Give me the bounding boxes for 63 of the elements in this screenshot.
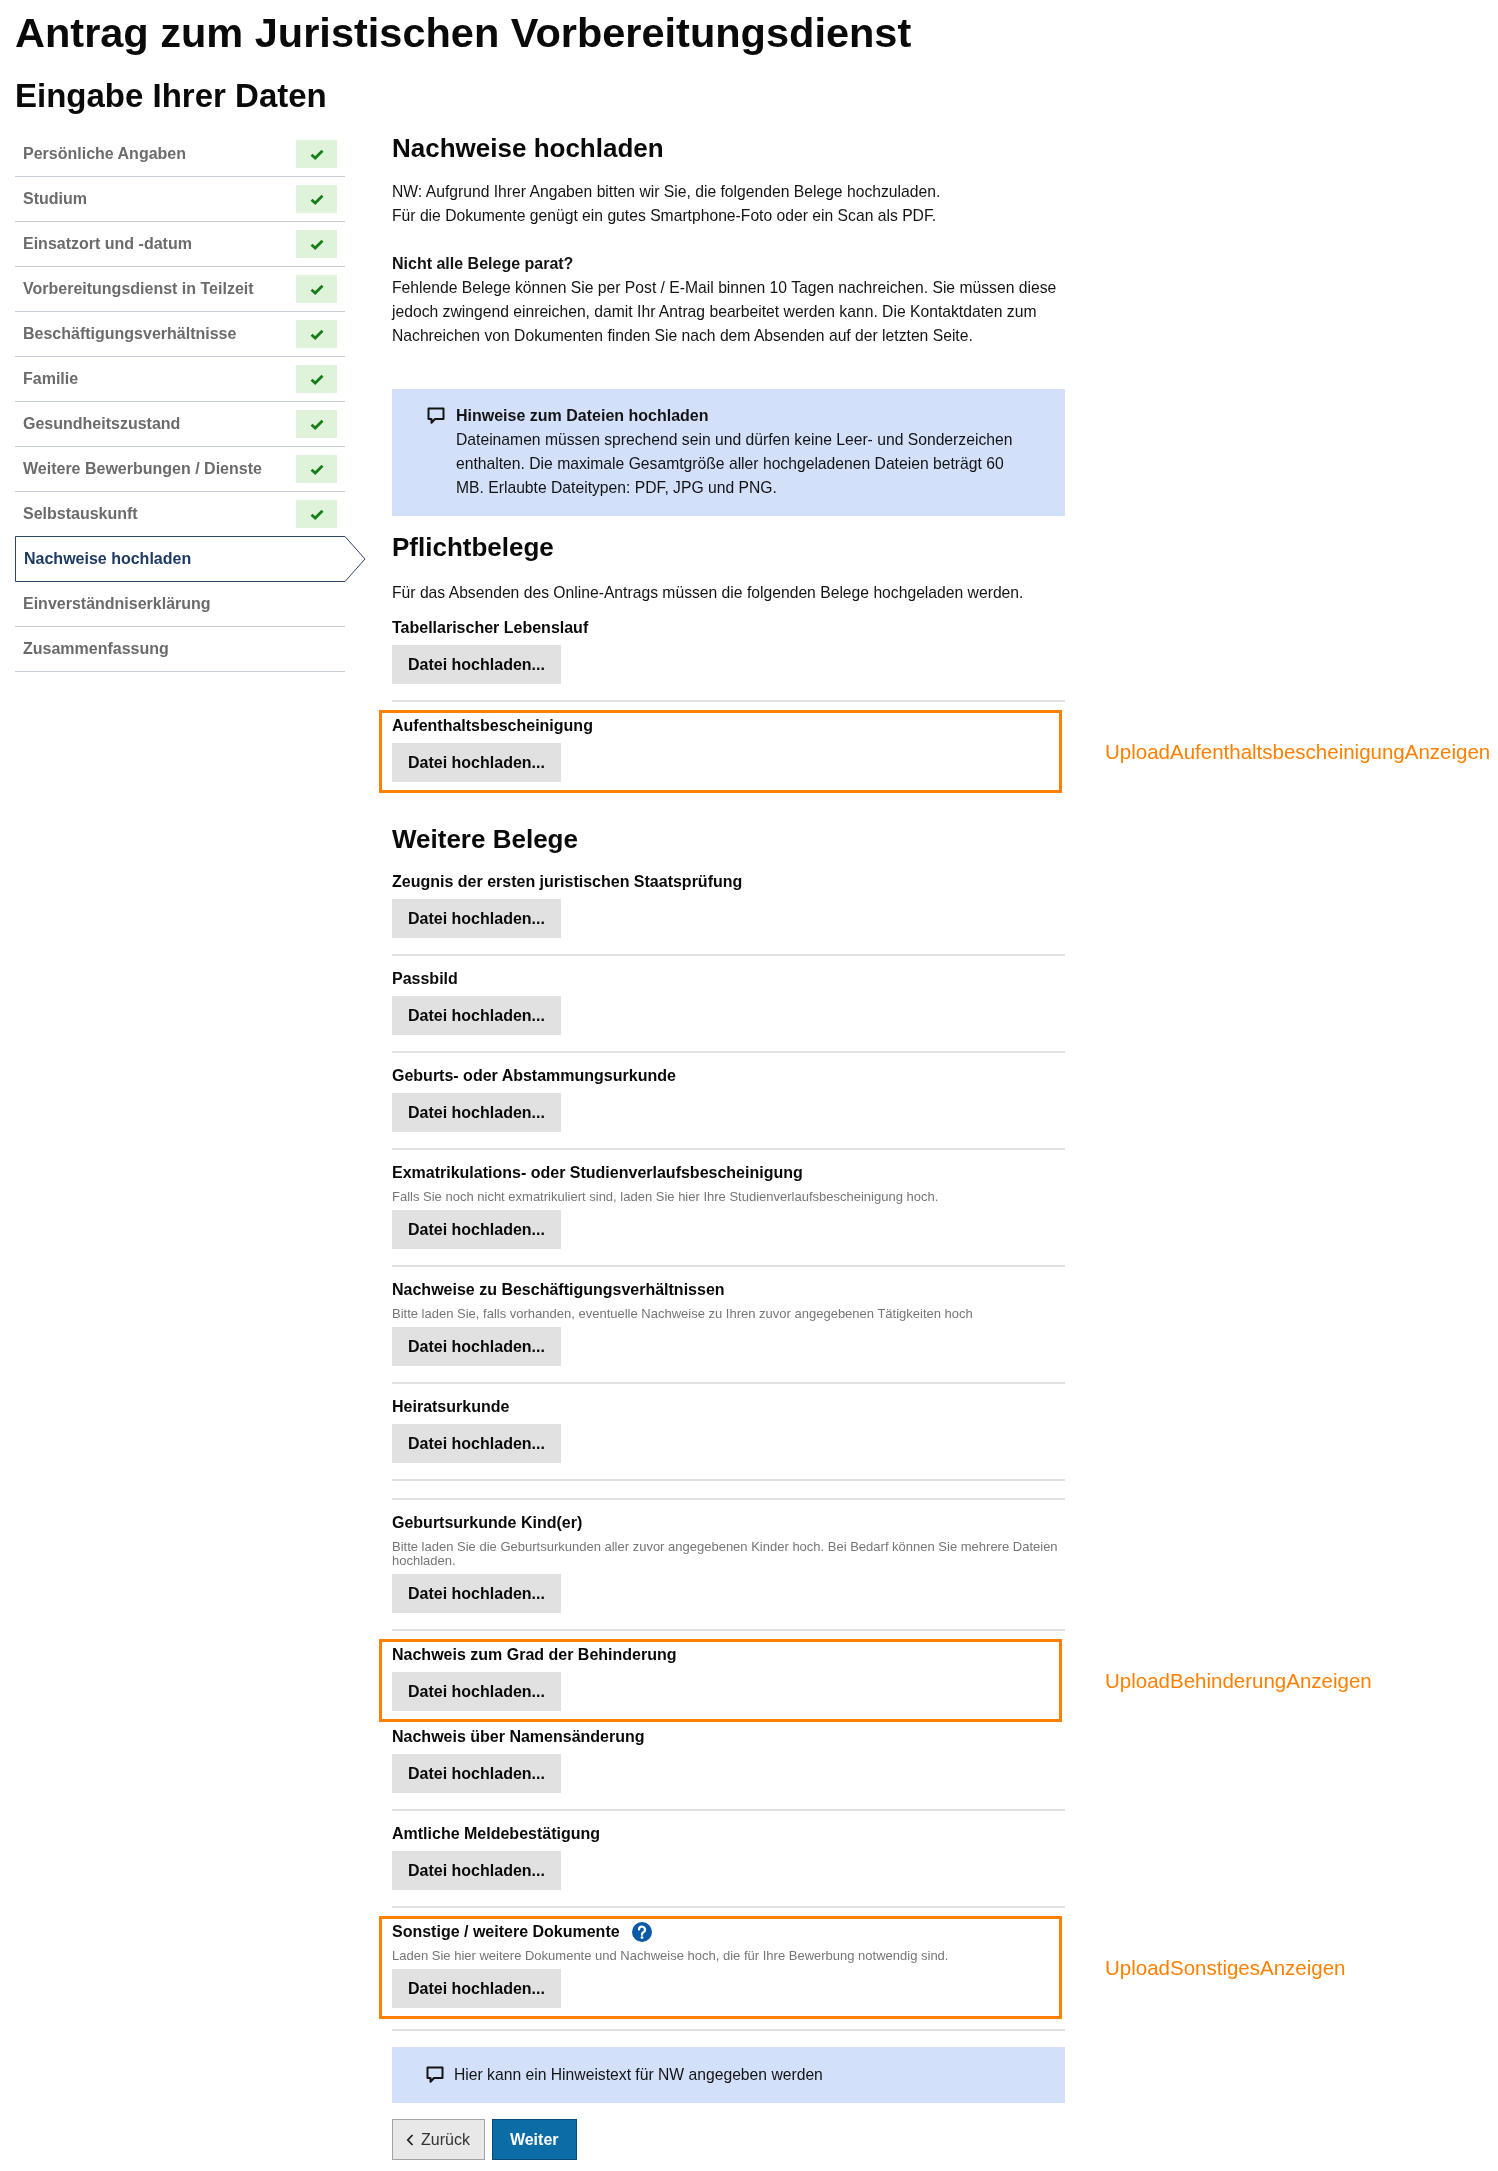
document-title: Nachweise zu Beschäftigungsverhältnissen [392, 1280, 725, 1300]
page-title: Antrag zum Juristischen Vorbereitungsdienst [15, 9, 913, 57]
section-text: Für das Absenden des Online-Antrags müssen die folgenden Belege hochgeladen werden. [392, 583, 1025, 603]
speech-bubble-icon [426, 2066, 444, 2084]
document-hint: Laden Sie hier weitere Dokumente und Nachweise hoch, die für Ihre Bewerbung notwendig sind. [392, 1949, 949, 1963]
sidebar-item[interactable]: Familie [15, 357, 345, 402]
section-heading: Pflichtbelege [392, 531, 555, 563]
upload-button[interactable]: Datei hochladen... [392, 1672, 561, 1711]
document-hint: Bitte laden Sie, falls vorhanden, eventuelle Nachweise zu Ihren zuvor angegebenen Tätigkeiten hoch [392, 1307, 973, 1321]
page-subtitle: Eingabe Ihrer Daten [15, 76, 328, 116]
upload-button[interactable]: Datei hochladen... [392, 645, 561, 684]
section-heading: Weitere Belege [392, 823, 579, 855]
document-hint: Bitte laden Sie die Geburtsurkunden aller zuvor angegebenen Kinder hoch. Bei Bedarf können Sie mehrere Dateien hochladen. [392, 1540, 1059, 1568]
document-hint: Falls Sie noch nicht exmatrikuliert sind, laden Sie hier Ihre Studienverlaufsbescheinigung hoch. [392, 1190, 939, 1204]
intro-text: Für die Dokumente genügt ein gutes Smartphone-Foto oder ein Scan als PDF. [392, 206, 938, 226]
document-title: Aufenthaltsbescheinigung [392, 716, 593, 736]
sidebar-item[interactable]: Beschäftigungsverhältnisse [15, 312, 345, 357]
upload-button[interactable]: Datei hochladen... [392, 1851, 561, 1890]
intro-text: NW: Aufgrund Ihrer Angaben bitten wir Sie, die folgenden Belege hochzuladen. [392, 182, 942, 202]
help-icon[interactable] [631, 1922, 652, 1942]
upload-button[interactable]: Datei hochladen... [392, 743, 561, 782]
document-title: Heiratsurkunde [392, 1397, 510, 1417]
document-title: Passbild [392, 969, 458, 989]
annotation-label: UploadBehinderungAnzeigen [1105, 1668, 1372, 1693]
annotation-label: UploadAufenthaltsbescheinigungAnzeigen [1105, 739, 1491, 764]
speech-bubble-icon [427, 407, 445, 425]
notice-text: Dateinamen müssen sprechend sein und dürfen keine Leer- und Sonderzeichen enthalten. Die maximale Gesamtgröße aller hochgeladenen Dateien beträgt 60 MB. Erlaubte Dateitypen: PDF, JPG und PNG. [456, 430, 1014, 498]
document-title: Nachweis zum Grad der Behinderung [392, 1645, 677, 1665]
upload-button[interactable]: Datei hochladen... [392, 1969, 561, 2008]
notice-title: Hinweise zum Dateien hochladen [456, 406, 710, 426]
document-title: Sonstige / weitere Dokumente [392, 1922, 620, 1942]
upload-button[interactable]: Datei hochladen... [392, 1754, 561, 1793]
sidebar-item[interactable]: Gesundheitszustand [15, 402, 345, 447]
document-title: Tabellarischer Lebenslauf [392, 618, 589, 638]
sidebar-item[interactable]: Weitere Bewerbungen / Dienste [15, 447, 345, 492]
document-title: Exmatrikulations- oder Studienverlaufsbescheinigung [392, 1163, 803, 1183]
document-title: Geburtsurkunde Kind(er) [392, 1513, 583, 1533]
sidebar-item[interactable]: Zusammenfassung [15, 627, 345, 672]
upload-button[interactable]: Datei hochladen... [392, 899, 561, 938]
upload-button[interactable]: Datei hochladen... [392, 1574, 561, 1613]
chevron-left-icon [406, 2133, 414, 2146]
subheading: Nicht alle Belege parat? [392, 254, 575, 274]
document-title: Amtliche Meldebestätigung [392, 1824, 601, 1844]
page-heading: Nachweise hochladen [392, 132, 665, 164]
paragraph: Fehlende Belege können Sie per Post / E-Mail binnen 10 Tagen nachreichen. Sie müssen diese jedoch zwingend einreichen, damit Ihr Antrag bearbeitet werden kann. Die Kontaktdaten zum Nachreichen von Dokumenten finden Sie nach dem Absenden auf der letzten Seite. [392, 278, 1058, 346]
annotation-label: UploadSonstigesAnzeigen [1105, 1955, 1346, 1980]
sidebar-item[interactable]: Nachweise hochladen [15, 536, 366, 582]
document-title: Geburts- oder Abstammungsurkunde [392, 1066, 676, 1086]
sidebar-item[interactable]: Studium [15, 177, 345, 222]
upload-button[interactable]: Datei hochladen... [392, 1327, 561, 1366]
back-button[interactable]: Zurück [392, 2119, 485, 2160]
sidebar-item[interactable]: Vorbereitungsdienst in Teilzeit [15, 267, 345, 312]
sidebar-item[interactable]: Einverständniserklärung [15, 582, 345, 627]
sidebar-item[interactable]: Persönliche Angaben [15, 132, 345, 177]
document-title: Zeugnis der ersten juristischen Staatsprüfung [392, 872, 743, 892]
notice-text: Hier kann ein Hinweistext für NW angegeben werden [454, 2065, 823, 2085]
upload-button[interactable]: Datei hochladen... [392, 1424, 561, 1463]
next-button[interactable]: Weiter [491, 2119, 577, 2160]
upload-button[interactable]: Datei hochladen... [392, 996, 561, 1035]
upload-button[interactable]: Datei hochladen... [392, 1093, 561, 1132]
document-title: Nachweis über Namensänderung [392, 1727, 645, 1747]
upload-button[interactable]: Datei hochladen... [392, 1210, 561, 1249]
sidebar-item[interactable]: Einsatzort und -datum [15, 222, 345, 267]
